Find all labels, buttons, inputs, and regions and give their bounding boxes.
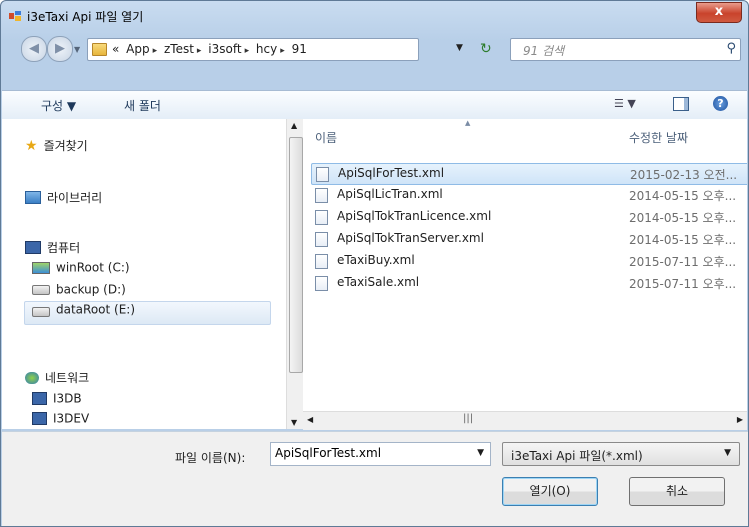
- breadcrumb-separator-icon[interactable]: ▸: [153, 46, 158, 56]
- organize-button[interactable]: 구성 ▼: [41, 97, 76, 114]
- refresh-icon[interactable]: ↻: [480, 41, 492, 57]
- file-date: 2014-05-15 오후...: [629, 233, 737, 247]
- view-dropdown-icon[interactable]: ▼: [627, 97, 635, 110]
- forward-arrow-icon[interactable]: ▶: [47, 36, 73, 62]
- xml-file-icon: [315, 254, 328, 269]
- scroll-right-icon[interactable]: ▶: [737, 415, 743, 424]
- nav-item-drive-e[interactable]: dataRoot (E:): [24, 301, 271, 325]
- nav-item-drive-c[interactable]: winRoot (C:): [32, 260, 130, 280]
- breadcrumb-separator-icon[interactable]: ▸: [280, 46, 285, 56]
- file-type-value: i3eTaxi Api 파일(*.xml): [511, 449, 643, 463]
- file-type-dropdown-icon[interactable]: ▼: [724, 448, 731, 458]
- column-header-date[interactable]: 수정한 날짜: [629, 119, 747, 151]
- column-header-name[interactable]: ▲ 이름: [315, 119, 620, 151]
- table-row[interactable]: ApiSqlTokTranServer.xml 2014-05-15 오후...: [311, 229, 747, 249]
- nav-item-network[interactable]: 네트워크: [25, 369, 89, 389]
- xml-file-icon: [315, 210, 328, 225]
- cancel-button[interactable]: 취소: [629, 477, 725, 506]
- search-input[interactable]: 91 검색 ⚲: [510, 38, 741, 61]
- navigation-scrollbar[interactable]: ▲ ▼: [286, 119, 304, 429]
- file-date: 2014-05-15 오후...: [629, 189, 737, 203]
- help-icon[interactable]: ?: [713, 96, 728, 111]
- hard-drive-icon: [32, 284, 50, 295]
- preview-pane-icon[interactable]: [673, 97, 689, 111]
- title-bar[interactable]: i3eTaxi Api 파일 열기 x: [1, 1, 748, 31]
- table-row[interactable]: ApiSqlForTest.xml 2015-02-13 오전...: [311, 163, 747, 185]
- breadcrumb-item[interactable]: App: [126, 42, 149, 56]
- window-title: i3eTaxi Api 파일 열기: [27, 10, 144, 24]
- breadcrumb-separator-icon[interactable]: ▸: [245, 46, 250, 56]
- file-name: ApiSqlLicTran.xml: [337, 187, 443, 201]
- recent-locations-dropdown-icon[interactable]: ▼: [74, 45, 80, 54]
- table-row[interactable]: ApiSqlTokTranLicence.xml 2014-05-15 오후..…: [311, 207, 747, 227]
- table-row[interactable]: eTaxiSale.xml 2015-07-11 오후...: [311, 273, 747, 293]
- filename-field[interactable]: ▼: [270, 442, 491, 466]
- network-icon: [25, 371, 39, 384]
- dialog-footer: 파일 이름(N): ▼ i3eTaxi Api 파일(*.xml) ▼ 열기(O…: [2, 431, 748, 526]
- xml-file-icon: [315, 232, 328, 247]
- file-list: ▲ 이름 수정한 날짜 ApiSqlForTest.xml 2015-02-13…: [303, 119, 747, 411]
- file-name: eTaxiSale.xml: [337, 275, 420, 289]
- xml-file-icon: [316, 167, 329, 182]
- scrollbar-thumb[interactable]: [289, 137, 303, 373]
- sort-ascending-icon: ▲: [465, 119, 471, 127]
- breadcrumb-item[interactable]: zTest: [164, 42, 194, 56]
- command-toolbar: 구성 ▼ 새 폴더 ☰ ▼ ?: [2, 90, 747, 121]
- breadcrumb-item[interactable]: i3soft: [208, 42, 241, 56]
- change-view-icon[interactable]: ☰ ▼: [614, 97, 636, 110]
- computer-icon: [25, 241, 41, 254]
- scrollbar-grip-icon[interactable]: |||: [463, 413, 473, 424]
- file-date: 2015-07-11 오후...: [629, 277, 737, 291]
- scroll-up-icon[interactable]: ▲: [291, 121, 297, 130]
- nav-item-drive-d[interactable]: backup (D:): [32, 282, 126, 302]
- network-computer-icon: [32, 412, 47, 425]
- navigation-pane: ★ 즐겨찾기 라이브러리 컴퓨터 winRoot (C:) backup (D:)…: [2, 119, 286, 429]
- nav-item-favorites[interactable]: ★ 즐겨찾기: [25, 137, 88, 157]
- nav-item-network-i3dev[interactable]: I3DEV: [32, 411, 89, 431]
- library-icon: [25, 191, 41, 204]
- file-name: ApiSqlTokTranServer.xml: [337, 231, 484, 245]
- xml-file-icon: [315, 188, 328, 203]
- filename-dropdown-icon[interactable]: ▼: [477, 448, 484, 458]
- hard-drive-icon: [32, 307, 50, 317]
- filename-input[interactable]: [271, 443, 469, 463]
- new-folder-button[interactable]: 새 폴더: [124, 97, 161, 114]
- address-dropdown-icon[interactable]: ▼: [456, 43, 463, 53]
- nav-item-network-i3db[interactable]: I3DB: [32, 391, 82, 411]
- search-icon[interactable]: ⚲: [726, 41, 736, 56]
- search-placeholder: 91 검색: [523, 44, 565, 58]
- nav-item-computer[interactable]: 컴퓨터: [25, 239, 80, 259]
- windows-drive-icon: [32, 261, 50, 274]
- open-button[interactable]: 열기(O): [502, 477, 598, 506]
- address-row: ◀ ▶ ▼ « App ▸ zTest ▸ i3soft ▸ hcy ▸ 91 ▼ ↻ …: [1, 33, 748, 65]
- breadcrumb-overflow[interactable]: «: [112, 42, 119, 56]
- star-icon: ★: [25, 137, 38, 154]
- breadcrumb-item[interactable]: 91: [292, 42, 307, 56]
- file-name: ApiSqlTokTranLicence.xml: [337, 209, 492, 223]
- file-date: 2014-05-15 오후...: [629, 211, 737, 225]
- table-row[interactable]: ApiSqlLicTran.xml 2014-05-15 오후...: [311, 185, 747, 205]
- file-date: 2015-07-11 오후...: [629, 255, 737, 269]
- close-button[interactable]: x: [696, 2, 742, 23]
- back-arrow-icon[interactable]: ◀: [21, 36, 47, 62]
- folder-icon: [92, 43, 107, 56]
- table-row[interactable]: eTaxiBuy.xml 2015-07-11 오후...: [311, 251, 747, 271]
- file-name: eTaxiBuy.xml: [337, 253, 415, 267]
- file-list-scrollbar[interactable]: ◀ ||| ▶: [303, 411, 747, 430]
- address-bar[interactable]: « App ▸ zTest ▸ i3soft ▸ hcy ▸ 91 ▼ ↻: [87, 38, 492, 61]
- file-name: ApiSqlForTest.xml: [338, 166, 445, 180]
- open-file-dialog: i3eTaxi Api 파일 열기 x ◀ ▶ ▼ « App ▸ zTest ▸ …: [0, 0, 749, 527]
- file-date: 2015-02-13 오전...: [630, 168, 738, 182]
- nav-item-libraries[interactable]: 라이브러리: [25, 189, 102, 209]
- breadcrumb-item[interactable]: hcy: [256, 42, 277, 56]
- xml-file-icon: [315, 276, 328, 291]
- scroll-down-icon[interactable]: ▼: [291, 418, 297, 427]
- scroll-left-icon[interactable]: ◀: [307, 415, 313, 424]
- app-icon: [9, 11, 21, 21]
- filename-label: 파일 이름(N):: [175, 451, 246, 465]
- breadcrumb: « App ▸ zTest ▸ i3soft ▸ hcy ▸ 91: [112, 42, 310, 56]
- file-type-select[interactable]: i3eTaxi Api 파일(*.xml) ▼: [502, 442, 740, 466]
- breadcrumb-separator-icon[interactable]: ▸: [197, 46, 202, 56]
- network-computer-icon: [32, 392, 47, 405]
